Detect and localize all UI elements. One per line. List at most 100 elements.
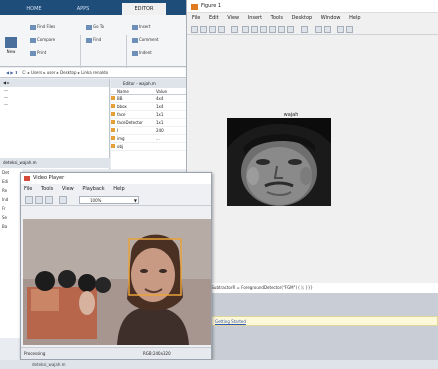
video-player-menu: File Tools View Playback Help bbox=[21, 184, 211, 194]
find-files-button[interactable]: Find Files bbox=[30, 23, 55, 31]
tab-editor[interactable]: EDITOR bbox=[122, 3, 166, 15]
menu-view[interactable]: View bbox=[227, 15, 239, 21]
print-icon[interactable] bbox=[218, 26, 225, 33]
table-row[interactable]: img... bbox=[111, 135, 190, 143]
zoom-in-icon[interactable] bbox=[242, 26, 249, 33]
file-list-item[interactable]: Edi bbox=[0, 177, 22, 186]
new-figure-icon[interactable] bbox=[191, 26, 198, 33]
comment-button[interactable]: Comment bbox=[132, 36, 159, 44]
new-button[interactable]: New bbox=[4, 37, 18, 59]
file-list-item[interactable]: Ind bbox=[0, 195, 22, 204]
variable-icon bbox=[111, 112, 115, 116]
vp-menu-view[interactable]: View bbox=[62, 186, 74, 192]
hint-link[interactable]: Getting Started bbox=[215, 319, 246, 324]
variable-name: img bbox=[117, 136, 125, 141]
figure-app-icon bbox=[191, 4, 198, 10]
table-row[interactable]: bbox 1x4 bbox=[111, 103, 190, 111]
command-line-text[interactable]: obj.SubtractorR = ForegroundDetector("FG… bbox=[200, 283, 438, 293]
save-icon bbox=[5, 37, 17, 48]
zoom-value: 100% bbox=[90, 198, 102, 203]
data-cursor-icon[interactable] bbox=[278, 26, 285, 33]
video-player-status-bar: Processing RGB:240x320 bbox=[21, 347, 211, 359]
legend-icon[interactable] bbox=[324, 26, 331, 33]
bottom-status-strip: deteksi_wajah.m bbox=[0, 360, 438, 369]
menu-file[interactable]: File bbox=[192, 15, 200, 21]
find-files-icon bbox=[30, 24, 36, 30]
status-frame-info: RGB:240x320 bbox=[143, 351, 171, 356]
variable-name: obj bbox=[117, 144, 124, 149]
menu-insert[interactable]: Insert bbox=[248, 15, 262, 21]
ribbon-tab-strip: HOME APPS EDITOR bbox=[0, 0, 190, 15]
cropped-face-image bbox=[227, 118, 331, 206]
rotate-icon[interactable] bbox=[269, 26, 276, 33]
indent-button[interactable]: Indent bbox=[132, 49, 152, 57]
file-list-item[interactable]: Re bbox=[0, 186, 22, 195]
fit-to-view-icon[interactable] bbox=[59, 196, 67, 204]
show-tools-icon[interactable] bbox=[346, 26, 353, 33]
folder-item[interactable]: — bbox=[0, 101, 109, 108]
table-row[interactable]: BB 4x4 bbox=[111, 95, 190, 103]
colorbar-icon[interactable] bbox=[315, 26, 322, 33]
current-folder-header: ◀ ▸ bbox=[0, 79, 109, 87]
workspace-column-header: Name Value bbox=[111, 88, 190, 95]
insert-button[interactable]: Insert bbox=[132, 23, 150, 31]
menu-edit[interactable]: Edit bbox=[209, 15, 219, 21]
menu-tools[interactable]: Tools bbox=[271, 15, 283, 21]
file-list-item[interactable]: Fr bbox=[0, 204, 22, 213]
getting-started-hint: Getting Started bbox=[200, 316, 438, 326]
menu-window[interactable]: Window bbox=[321, 15, 341, 21]
variable-icon bbox=[111, 128, 115, 132]
file-list-item[interactable]: Se bbox=[0, 213, 22, 222]
variable-value: 4x4 bbox=[156, 96, 164, 101]
ribbon-toolbar: New Find Files Compare Print Go To Find … bbox=[0, 15, 190, 79]
find-button[interactable]: Find bbox=[86, 36, 101, 44]
folder-item[interactable]: — bbox=[0, 87, 109, 94]
insert-icon bbox=[132, 24, 138, 30]
menu-help[interactable]: Help bbox=[349, 15, 360, 21]
print-button[interactable]: Print bbox=[30, 49, 46, 57]
back-arrow-icon[interactable]: ◀ ▶ ⬆ bbox=[6, 70, 18, 75]
video-player-app-icon bbox=[24, 176, 30, 181]
address-path: C: ▸ Users ▸ user ▸ Desktop ▸ Linka rena… bbox=[22, 70, 109, 75]
file-list-item[interactable]: Ba bbox=[0, 222, 22, 231]
folder-item[interactable]: — bbox=[0, 94, 109, 101]
video-player-title-bar[interactable]: Video Player bbox=[21, 173, 211, 184]
compare-button[interactable]: Compare bbox=[30, 36, 55, 44]
brush-icon[interactable] bbox=[287, 26, 294, 33]
workspace-panel: Editor - wajah.m Name Value BB 4x4 bbox 1x4… bbox=[111, 79, 190, 169]
file-list-item[interactable]: Det bbox=[0, 168, 22, 177]
tab-apps[interactable]: APPS bbox=[66, 3, 100, 15]
vp-menu-playback[interactable]: Playback bbox=[82, 186, 104, 192]
table-row[interactable]: faceDetector 1x1 bbox=[111, 119, 190, 127]
vp-menu-tools[interactable]: Tools bbox=[41, 186, 53, 192]
variable-icon bbox=[111, 120, 115, 124]
tab-home[interactable]: HOME bbox=[14, 3, 54, 15]
zoom-out-icon[interactable] bbox=[251, 26, 258, 33]
figure-title-bar[interactable]: Figure 1 bbox=[187, 0, 438, 13]
video-player-toolbar: 100% ▼ bbox=[21, 194, 211, 206]
edit-plot-icon[interactable] bbox=[231, 26, 238, 33]
current-folder-panel: ◀ ▸ — — — bbox=[0, 79, 110, 169]
table-row[interactable]: I 240 bbox=[111, 127, 190, 135]
workspace-title: Editor - wajah.m bbox=[111, 79, 190, 88]
pan-icon[interactable] bbox=[260, 26, 267, 33]
menu-desktop[interactable]: Desktop bbox=[292, 15, 313, 21]
vp-menu-help[interactable]: Help bbox=[113, 186, 124, 192]
save-icon[interactable] bbox=[209, 26, 216, 33]
link-icon[interactable] bbox=[301, 26, 308, 33]
open-icon[interactable] bbox=[200, 26, 207, 33]
zoom-dropdown[interactable]: 100% ▼ bbox=[79, 196, 139, 204]
zoom-in-icon[interactable] bbox=[25, 196, 33, 204]
chevron-down-icon: ▼ bbox=[133, 198, 137, 203]
table-row[interactable]: obj bbox=[111, 143, 190, 151]
zoom-out-icon[interactable] bbox=[35, 196, 43, 204]
variable-name: BB bbox=[117, 96, 123, 101]
vp-menu-file[interactable]: File bbox=[24, 186, 32, 192]
variable-icon bbox=[111, 104, 115, 108]
address-bar[interactable]: ◀ ▶ ⬆ C: ▸ Users ▸ user ▸ Desktop ▸ Link… bbox=[0, 68, 190, 78]
table-row[interactable]: face 1x1 bbox=[111, 111, 190, 119]
video-player-title: Video Player bbox=[33, 175, 65, 181]
pan-icon[interactable] bbox=[45, 196, 53, 204]
hide-tools-icon[interactable] bbox=[337, 26, 344, 33]
goto-button[interactable]: Go To bbox=[86, 23, 104, 31]
